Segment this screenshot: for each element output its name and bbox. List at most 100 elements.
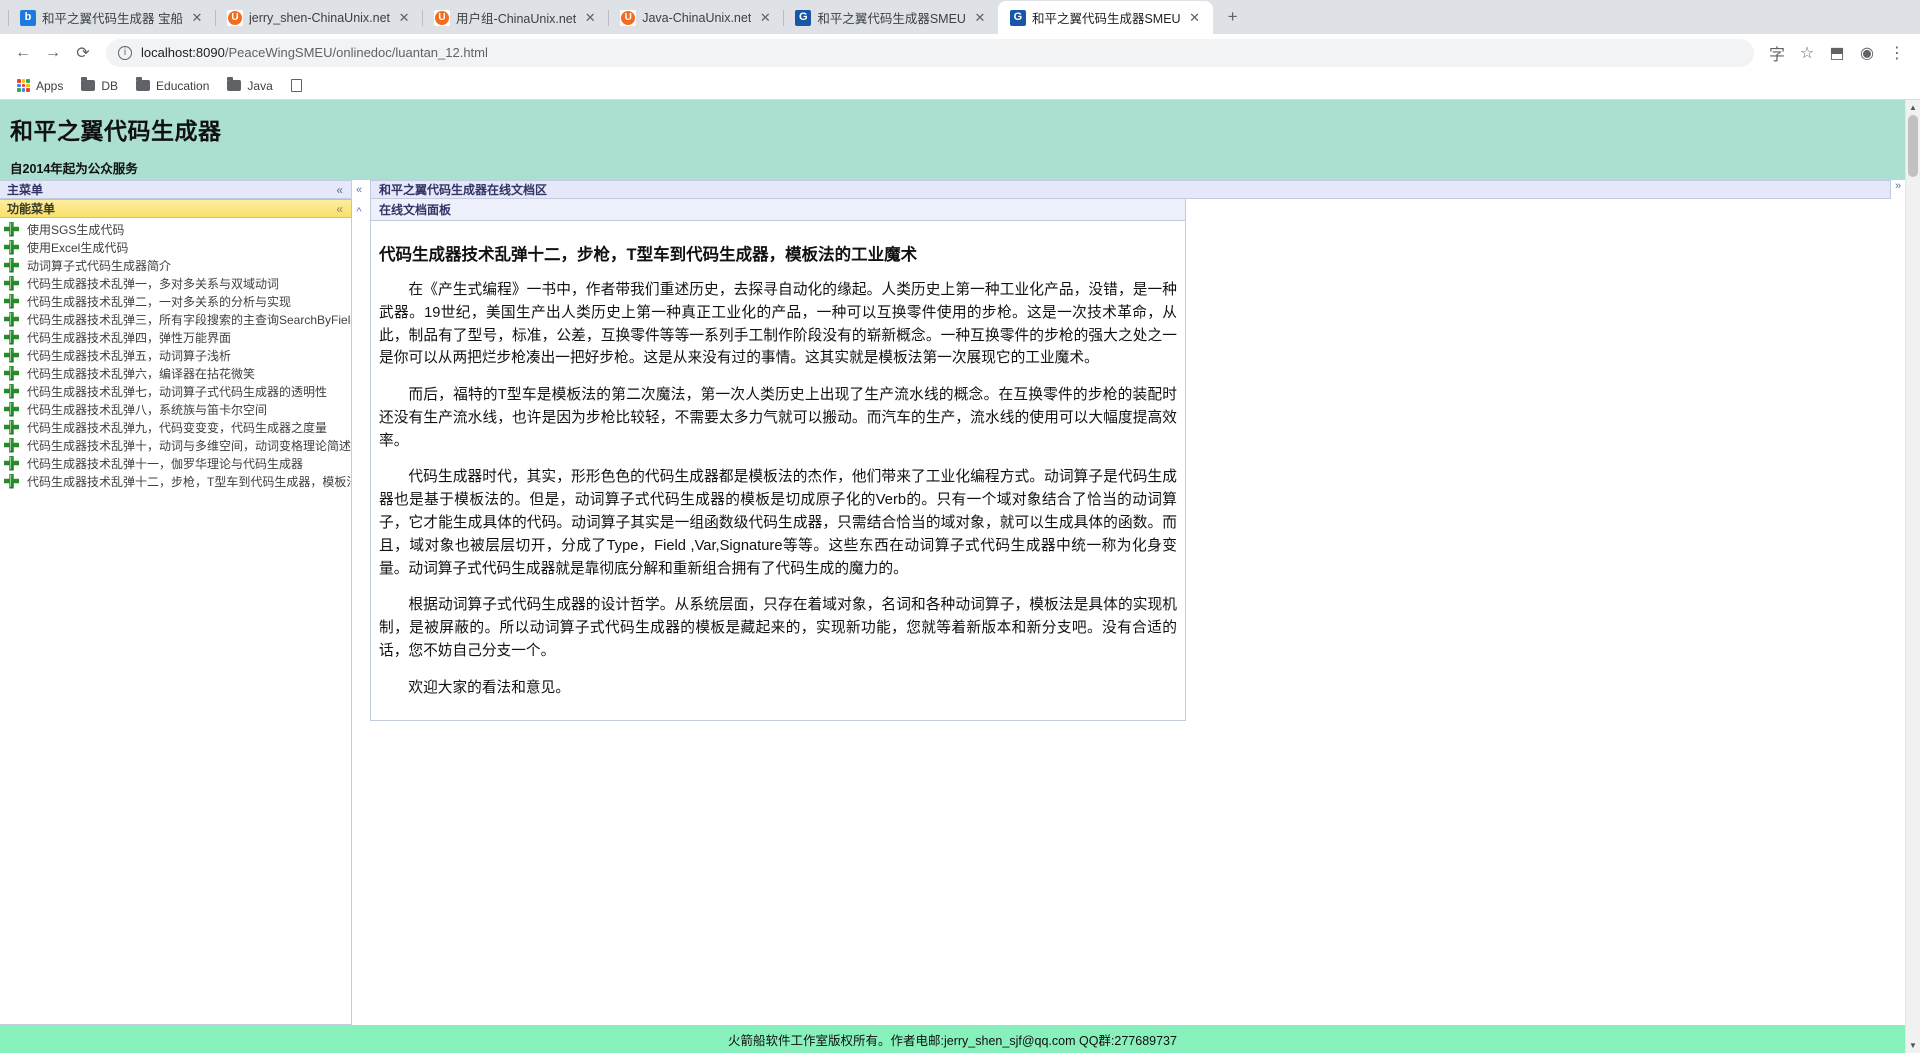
- sidebar-item-14[interactable]: 代码生成器技术乱弹十二，步枪，T型车到代码生成器，模板法的工业魔术: [0, 472, 351, 490]
- sidebar-item-label: 代码生成器技术乱弹十，动词与多维空间，动词变格理论简述: [27, 438, 351, 453]
- close-icon[interactable]: ✕: [1187, 10, 1203, 26]
- page-viewport: 和平之翼代码生成器 自2014年起为公众服务 主菜单 « 功能菜单 « 使用SG…: [0, 100, 1920, 1053]
- address-bar[interactable]: i localhost:8090/PeaceWingSMEU/onlinedoc…: [106, 38, 1754, 67]
- tab-title: 和平之翼代码生成器SMEU: [817, 12, 966, 26]
- plus-circle-icon: [4, 347, 19, 363]
- browser-tab-1[interactable]: b 和平之翼代码生成器 宝船 ✕: [8, 1, 215, 34]
- plus-circle-icon: [4, 455, 19, 471]
- sidebar-item-0[interactable]: 使用SGS生成代码: [0, 220, 351, 238]
- sidebar-item-label: 代码生成器技术乱弹一，多对多关系与双域动词: [27, 276, 280, 291]
- scroll-up-icon[interactable]: ▲: [1906, 100, 1920, 115]
- bookmark-page[interactable]: [284, 76, 315, 95]
- article-paragraph: 在《产生式编程》一书中，作者带我们重述历史，去探寻自动化的缘起。人类历史上第一种…: [379, 282, 1177, 367]
- sidebar-menu-list: 使用SGS生成代码 使用Excel生成代码 动词算子式代码生成器简介 代码生成器…: [0, 218, 352, 1025]
- sidebar-item-5[interactable]: 代码生成器技术乱弹三，所有字段搜索的主查询SearchByFieldsByPag…: [0, 310, 351, 328]
- sidebar-item-7[interactable]: 代码生成器技术乱弹五，动词算子浅析: [0, 346, 351, 364]
- sidebar-item-1[interactable]: 使用Excel生成代码: [0, 238, 351, 256]
- plus-circle-icon: [4, 257, 19, 273]
- tab-title: 用户组-ChinaUnix.net: [456, 12, 577, 26]
- back-icon[interactable]: ←: [8, 38, 38, 68]
- browser-tab-4[interactable]: U Java-ChinaUnix.net ✕: [608, 1, 783, 34]
- sidebar-item-4[interactable]: 代码生成器技术乱弹二，一对多关系的分析与实现: [0, 292, 351, 310]
- sidebar-item-label: 使用SGS生成代码: [27, 222, 125, 237]
- plus-circle-icon: [4, 293, 19, 309]
- sidebar-item-label: 使用Excel生成代码: [27, 240, 129, 255]
- sidebar-item-6[interactable]: 代码生成器技术乱弹四，弹性万能界面: [0, 328, 351, 346]
- bookmark-db[interactable]: DB: [74, 76, 125, 96]
- bookmark-apps[interactable]: Apps: [10, 76, 70, 96]
- sidebar-item-label: 代码生成器技术乱弹二，一对多关系的分析与实现: [27, 294, 292, 309]
- browser-tab-5[interactable]: G 和平之翼代码生成器SMEU ✕: [783, 1, 998, 34]
- browser-tab-2[interactable]: U jerry_shen-ChinaUnix.net ✕: [214, 1, 422, 34]
- close-icon[interactable]: ✕: [757, 10, 773, 26]
- bookmark-star-icon[interactable]: ☆: [1792, 38, 1822, 68]
- document-panel: 代码生成器技术乱弹十二，步枪，T型车到代码生成器，模板法的工业魔术 在《产生式编…: [370, 221, 1186, 721]
- close-icon[interactable]: ✕: [189, 10, 205, 26]
- bookmark-label: Education: [156, 78, 210, 93]
- sidebar-collapse-rail: « ^: [352, 180, 366, 1025]
- sidebar-main-menu-label: 主菜单: [7, 183, 44, 197]
- close-icon[interactable]: ✕: [972, 10, 988, 26]
- chinaunix-icon: U: [620, 9, 637, 26]
- collapse-main-icon[interactable]: «: [356, 180, 362, 199]
- plus-circle-icon: [4, 221, 19, 237]
- site-subtitle: 自2014年起为公众服务: [10, 162, 138, 176]
- sidebar-item-label: 代码生成器技术乱弹四，弹性万能界面: [27, 330, 232, 345]
- plus-circle-icon: [4, 329, 19, 345]
- tab-title: 和平之翼代码生成器SMEU: [1031, 12, 1181, 26]
- scrollbar-track[interactable]: [1906, 115, 1920, 1038]
- bing-icon: b: [20, 9, 36, 26]
- chinaunix-icon: U: [434, 9, 451, 26]
- bookmark-education[interactable]: Education: [129, 76, 216, 96]
- collapse-func-icon[interactable]: ^: [356, 199, 361, 224]
- reload-icon[interactable]: ⟳: [68, 38, 98, 68]
- browser-tab-3[interactable]: U 用户组-ChinaUnix.net ✕: [422, 1, 608, 34]
- extensions-icon[interactable]: ⬒: [1822, 38, 1852, 68]
- url-path: /PeaceWingSMEU/onlinedoc/luantan_12.html: [224, 45, 488, 60]
- browser-window: b 和平之翼代码生成器 宝船 ✕ U jerry_shen-ChinaUnix.…: [0, 0, 1920, 1053]
- plus-circle-icon: [4, 311, 19, 327]
- scroll-down-icon[interactable]: ▼: [1906, 1038, 1920, 1053]
- sidebar-item-label: 代码生成器技术乱弹七，动词算子式代码生成器的透明性: [27, 384, 328, 399]
- browser-tab-6-active[interactable]: G 和平之翼代码生成器SMEU ✕: [997, 1, 1213, 34]
- toolbar-right-actions: 字 ☆ ⬒ ◉ ⋮: [1762, 38, 1912, 68]
- profile-avatar-icon[interactable]: ◉: [1852, 38, 1882, 68]
- tab-title: Java-ChinaUnix.net: [642, 10, 752, 25]
- sidebar-item-10[interactable]: 代码生成器技术乱弹八，系统族与笛卡尔空间: [0, 400, 351, 418]
- sidebar-item-label: 代码生成器技术乱弹八，系统族与笛卡尔空间: [27, 402, 268, 417]
- page-body: 主菜单 « 功能菜单 « 使用SGS生成代码 使用Excel生成代码 动词算子式…: [0, 180, 1905, 1025]
- translate-icon[interactable]: 字: [1762, 38, 1792, 68]
- site-banner: 和平之翼代码生成器 自2014年起为公众服务: [0, 100, 1905, 180]
- sidebar-item-8[interactable]: 代码生成器技术乱弹六，编译器在拈花微笑: [0, 364, 351, 382]
- sidebar-item-label: 代码生成器技术乱弹三，所有字段搜索的主查询SearchByFieldsByPag…: [27, 312, 351, 327]
- sidebar-item-label: 动词算子式代码生成器简介: [27, 258, 172, 273]
- chinaunix-icon: U: [226, 9, 243, 26]
- new-tab-button[interactable]: +: [1219, 3, 1247, 31]
- content-header: 和平之翼代码生成器在线文档区: [370, 180, 1891, 199]
- close-icon[interactable]: ✕: [396, 10, 412, 26]
- sidebar-item-label: 代码生成器技术乱弹九，代码变变变，代码生成器之度量: [27, 420, 328, 435]
- plus-circle-icon: [4, 419, 19, 435]
- scrollbar-thumb[interactable]: [1908, 115, 1918, 177]
- forward-icon[interactable]: →: [38, 38, 68, 68]
- site-info-icon[interactable]: i: [118, 45, 132, 60]
- collapse-right-icon[interactable]: »: [1895, 180, 1901, 192]
- sidebar-item-13[interactable]: 代码生成器技术乱弹十一，伽罗华理论与代码生成器: [0, 454, 351, 472]
- chevron-collapse-icon[interactable]: «: [336, 183, 343, 197]
- sidebar-item-3[interactable]: 代码生成器技术乱弹一，多对多关系与双域动词: [0, 274, 351, 292]
- page-title: 和平之翼代码生成器: [10, 118, 222, 144]
- article-paragraph: 而后，福特的T型车是模板法的第二次魔法，第一次人类历史上出现了生产流水线的概念。…: [379, 387, 1177, 449]
- chevron-collapse-icon[interactable]: «: [336, 202, 343, 216]
- close-icon[interactable]: ✕: [582, 10, 598, 26]
- sidebar-item-2[interactable]: 动词算子式代码生成器简介: [0, 256, 351, 274]
- sidebar-item-label: 代码生成器技术乱弹六，编译器在拈花微笑: [27, 366, 256, 381]
- sidebar-main-menu-header[interactable]: 主菜单 «: [0, 180, 352, 199]
- sidebar-func-menu-header[interactable]: 功能菜单 «: [0, 199, 352, 218]
- sidebar-item-11[interactable]: 代码生成器技术乱弹九，代码变变变，代码生成器之度量: [0, 418, 351, 436]
- chrome-menu-icon[interactable]: ⋮: [1882, 38, 1912, 68]
- sidebar-item-9[interactable]: 代码生成器技术乱弹七，动词算子式代码生成器的透明性: [0, 382, 351, 400]
- page-scrollbar[interactable]: ▲ ▼: [1905, 100, 1920, 1053]
- sidebar-item-12[interactable]: 代码生成器技术乱弹十，动词与多维空间，动词变格理论简述: [0, 436, 351, 454]
- sidebar-item-label: 代码生成器技术乱弹十一，伽罗华理论与代码生成器: [27, 456, 304, 471]
- bookmark-java[interactable]: Java: [220, 76, 279, 96]
